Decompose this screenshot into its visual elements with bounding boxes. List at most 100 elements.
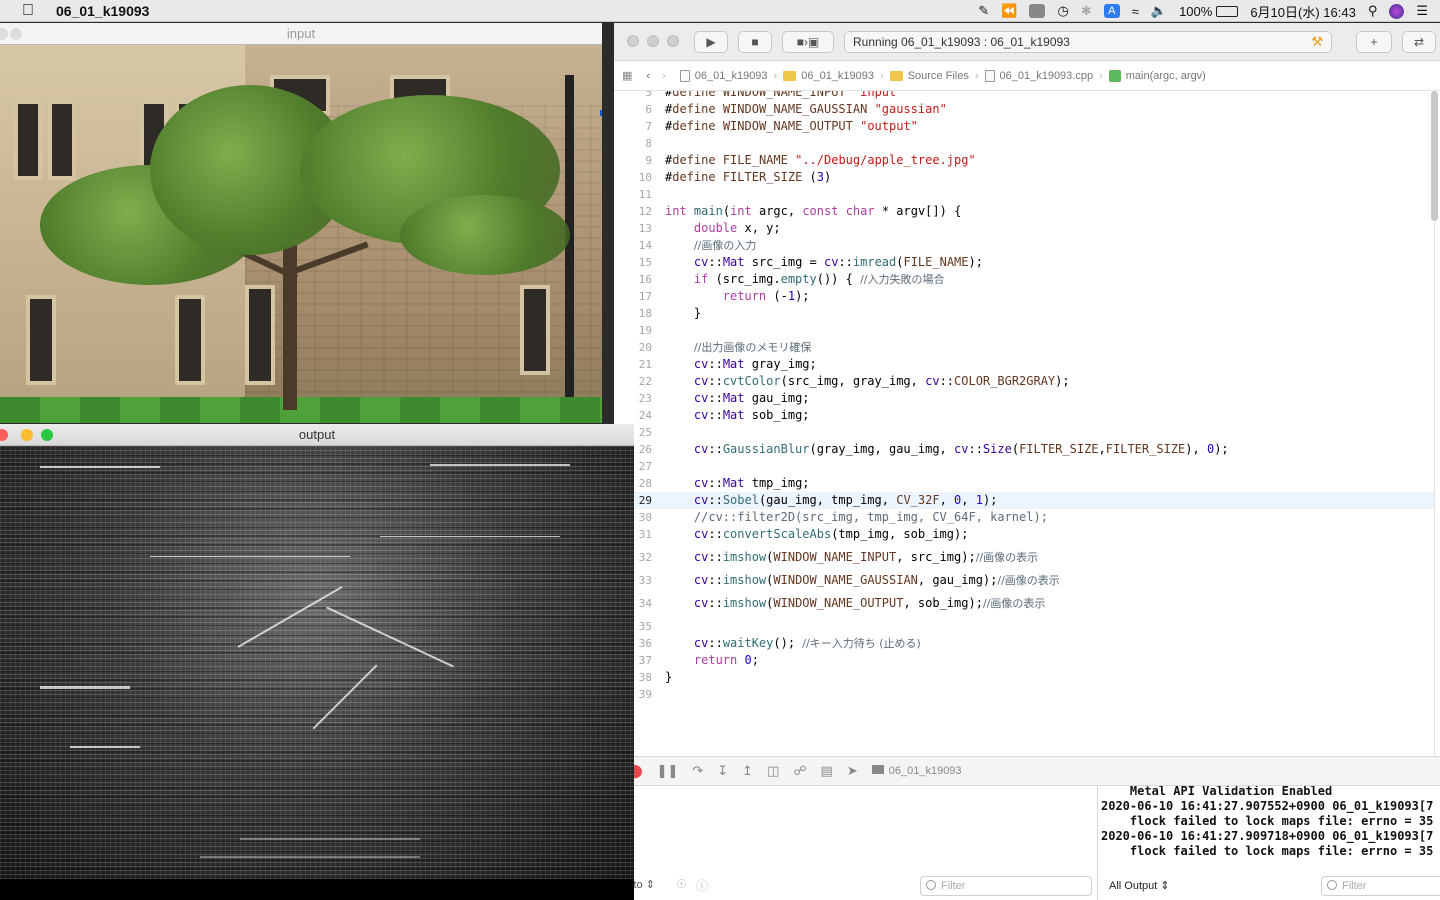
code-line[interactable]: 32 cv::imshow(WINDOW_NAME_INPUT, src_img… (614, 549, 1434, 566)
code-line[interactable]: 19 (614, 322, 1434, 339)
scheme-selector[interactable]: ■›▣ (782, 31, 834, 53)
environment-overrides-icon[interactable]: ▤ (821, 763, 833, 779)
line-number[interactable]: 11 (614, 186, 652, 203)
line-number[interactable]: 7 (614, 118, 652, 135)
apple-menu-icon[interactable]:  (0, 2, 56, 20)
jump-source-files[interactable]: Source Files (889, 70, 969, 82)
line-number[interactable]: 16 (614, 271, 652, 288)
code-line[interactable]: 7 #define WINDOW_NAME_OUTPUT "output" (614, 118, 1434, 135)
forward-icon[interactable]: › (662, 70, 666, 82)
related-items-icon[interactable]: ▦ (622, 69, 632, 82)
code-line[interactable]: 16 if (src_img.empty()) { //入力失敗の場合 (614, 271, 1434, 288)
line-number[interactable]: 18 (614, 305, 652, 322)
app-name-menu[interactable]: 06_01_k19093 (56, 3, 149, 19)
code-line[interactable]: 13 double x, y; (614, 220, 1434, 237)
code-line[interactable]: 8 (614, 135, 1434, 152)
jump-file[interactable]: 06_01_k19093.cpp (984, 69, 1093, 82)
line-number[interactable]: 22 (614, 373, 652, 390)
line-number[interactable]: 6 (614, 101, 652, 118)
input-source-icon[interactable]: A (1103, 4, 1120, 18)
close-button[interactable] (0, 28, 8, 40)
spotlight-icon[interactable]: ⚲ (1368, 3, 1378, 19)
stop-button[interactable]: ■ (738, 31, 772, 53)
line-number[interactable]: 13 (614, 220, 652, 237)
jump-project[interactable]: 06_01_k19093 (679, 69, 768, 82)
line-number[interactable]: 12 (614, 203, 652, 220)
rewind-icon[interactable]: ⏪ (1001, 3, 1017, 19)
library-add-button[interactable]: + (1356, 31, 1392, 53)
tool-status-icon[interactable]: ✎ (978, 3, 989, 19)
code-line[interactable]: 28 cv::Mat tmp_img; (614, 475, 1434, 492)
variables-view[interactable]: Auto ⇕ ☉ ⓘ Filter (614, 786, 1098, 900)
code-line[interactable]: 5 #define WINDOW_NAME_INPUT "input" (614, 91, 1434, 101)
wifi-icon[interactable]: ≈ (1132, 4, 1139, 19)
close-button[interactable] (627, 35, 639, 47)
siri-icon[interactable] (1389, 3, 1405, 19)
console-output[interactable]: Metal API Validation Enabled 2020-06-10 1… (1099, 786, 1440, 900)
line-app-icon[interactable] (1029, 4, 1046, 18)
code-line[interactable]: 38} (614, 669, 1434, 686)
volume-icon[interactable]: 🔈 (1151, 3, 1167, 19)
battery-percent[interactable]: 100% (1179, 4, 1212, 19)
view-debugger-icon[interactable]: ◫ (767, 763, 779, 779)
zoom-button[interactable] (667, 35, 679, 47)
variables-filter[interactable]: Filter (920, 876, 1092, 896)
code-line[interactable]: 26 cv::GaussianBlur(gray_img, gau_img, c… (614, 441, 1434, 458)
code-line[interactable]: 30 //cv::filter2D(src_img, tmp_img, CV_6… (614, 509, 1434, 526)
input-window-titlebar[interactable]: input (0, 23, 602, 45)
minimize-button[interactable] (10, 28, 22, 40)
back-icon[interactable]: ‹ (646, 70, 650, 82)
line-number[interactable]: 23 (614, 390, 652, 407)
simulate-location-icon[interactable]: ➤ (847, 763, 858, 779)
quick-look-icon[interactable]: ☉ (676, 877, 687, 891)
code-line[interactable]: 20 //出力画像のメモリ確保 (614, 339, 1434, 356)
code-line[interactable]: 23 cv::Mat gau_img; (614, 390, 1434, 407)
code-line[interactable]: 10 #define FILTER_SIZE (3) (614, 169, 1434, 186)
step-into-icon[interactable]: ↧ (717, 763, 728, 779)
editor-scrollbar[interactable] (1431, 91, 1438, 221)
output-select[interactable]: All Output ⇕ (1109, 879, 1170, 892)
code-review-button[interactable]: ⇄ (1402, 31, 1436, 53)
jump-group[interactable]: 06_01_k19093 (783, 70, 874, 82)
code-line[interactable]: 22 cv::cvtColor(src_img, gray_img, cv::C… (614, 373, 1434, 390)
debug-target[interactable]: 06_01_k19093 (871, 765, 962, 777)
code-line[interactable]: 24 cv::Mat sob_img; (614, 407, 1434, 424)
source-editor[interactable]: 5 #define WINDOW_NAME_INPUT "input" 6 #defi… (614, 91, 1440, 756)
zoom-button[interactable] (41, 429, 53, 441)
code-line[interactable]: 31 cv::convertScaleAbs(tmp_img, sob_img)… (614, 526, 1434, 543)
code-line[interactable]: 33 cv::imshow(WINDOW_NAME_GAUSSIAN, gau_… (614, 572, 1434, 589)
input-window[interactable]: input (0, 23, 602, 423)
run-button[interactable]: ▶ (694, 31, 728, 53)
output-window[interactable]: output (0, 424, 634, 900)
line-number[interactable]: 14 (614, 237, 652, 254)
line-number[interactable]: 19 (614, 322, 652, 339)
code-line[interactable]: 21 cv::Mat gray_img; (614, 356, 1434, 373)
line-number[interactable]: 9 (614, 152, 652, 169)
bluetooth-icon[interactable]: ✱ (1081, 3, 1092, 19)
code-line[interactable]: 14 //画像の入力 (614, 237, 1434, 254)
line-number[interactable]: 17 (614, 288, 652, 305)
code-line[interactable]: 37 return 0; (614, 652, 1434, 669)
console-filter[interactable]: Filter (1321, 876, 1440, 896)
minimize-button[interactable] (647, 35, 659, 47)
line-number[interactable]: 5 (614, 91, 652, 101)
code-line[interactable]: 39 (614, 686, 1434, 703)
line-number[interactable]: 20 (614, 339, 652, 356)
clock[interactable]: 6月10日(水) 16:43 (1250, 2, 1356, 21)
code-line[interactable]: 18 } (614, 305, 1434, 322)
code-line[interactable]: 6 #define WINDOW_NAME_GAUSSIAN "gaussian" (614, 101, 1434, 118)
code-line[interactable]: 17 return (-1); (614, 288, 1434, 305)
pause-icon[interactable]: ❚❚ (657, 763, 679, 779)
code-line[interactable]: 35 (614, 618, 1434, 635)
minimize-button[interactable] (21, 429, 33, 441)
line-number[interactable]: 8 (614, 135, 652, 152)
step-over-icon[interactable]: ↷ (692, 763, 703, 779)
battery-icon[interactable] (1216, 5, 1239, 17)
code-line[interactable]: 9 #define FILE_NAME "../Debug/apple_tree.… (614, 152, 1434, 169)
code-line[interactable]: 34 cv::imshow(WINDOW_NAME_OUTPUT, sob_im… (614, 595, 1434, 612)
close-button[interactable] (0, 429, 8, 441)
line-number[interactable]: 24 (614, 407, 652, 424)
current-code-line[interactable]: 29 cv::Sobel(gau_img, tmp_img, CV_32F, 0… (614, 492, 1434, 509)
code-line[interactable]: 36 cv::waitKey(); //キー入力待ち (止める) (614, 635, 1434, 652)
code-line[interactable]: 27 (614, 458, 1434, 475)
